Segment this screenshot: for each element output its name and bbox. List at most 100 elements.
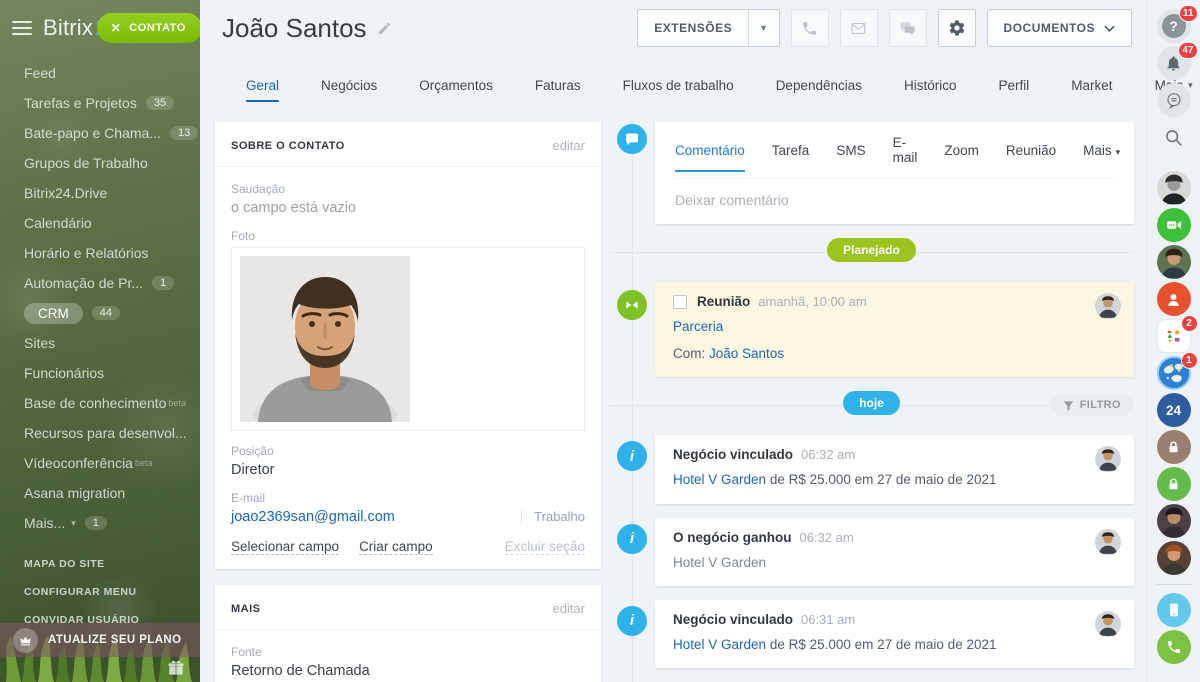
meeting-contact-link[interactable]: João Santos: [709, 346, 784, 361]
email-type-tag: Trabalho: [521, 509, 585, 524]
sidebar-item-asana-migration[interactable]: Asana migration: [0, 478, 200, 508]
sidebar: Bitrix24 ✕ CONTATO FeedTarefas e Projeto…: [0, 0, 200, 682]
email-button[interactable]: [840, 9, 878, 47]
more-edit-link[interactable]: editar: [552, 601, 585, 616]
tab-or-amentos[interactable]: Orçamentos: [419, 78, 493, 93]
sidebar-menu: FeedTarefas e Projetos35Bate-papo e Cham…: [0, 58, 200, 538]
contact-photo[interactable]: [231, 247, 585, 431]
composer-tab-e-mail[interactable]: E-mail: [893, 135, 918, 179]
messenger-button[interactable]: [1157, 83, 1191, 117]
meeting-subject-link[interactable]: Parceria: [673, 319, 723, 334]
main-tabs: Geral Negócios Orçamentos Faturas Fluxos de …: [246, 78, 1113, 93]
sitemap-button[interactable]: 1: [1157, 356, 1191, 390]
crown-icon: [13, 628, 38, 653]
composer-tab-reuni-o[interactable]: Reunião: [1006, 143, 1056, 172]
filter-button[interactable]: FILTRO: [1050, 394, 1134, 416]
tab-perfil[interactable]: Perfil: [999, 78, 1030, 93]
sidebar-link-configurar-menu[interactable]: CONFIGURAR MENU: [0, 586, 200, 598]
logo-brand: Bitrix: [43, 15, 93, 40]
meeting-checkbox[interactable]: [673, 295, 687, 309]
bitrix24-button[interactable]: 24: [1157, 393, 1191, 427]
extensions-button[interactable]: EXTENSÕES ▼: [637, 9, 779, 47]
video-call-button[interactable]: [1157, 208, 1191, 242]
chat-button[interactable]: [889, 9, 927, 47]
avatar-employee-1-button[interactable]: [1157, 171, 1191, 205]
sidebar-item-automa-o-de-pr[interactable]: Automação de Pr...1: [0, 268, 200, 298]
notifications-button[interactable]: 47: [1157, 46, 1191, 80]
sidebar-link-mapa-do-site[interactable]: MAPA DO SITE: [0, 558, 200, 570]
avatar-employee-2-button[interactable]: [1157, 245, 1191, 279]
comment-input[interactable]: [675, 179, 1114, 224]
entry-card[interactable]: O negócio ganhou06:32 amHotel V Garden: [655, 518, 1134, 586]
upgrade-plan-banner[interactable]: ATUALIZE SEU PLANO: [0, 623, 200, 657]
sidebar-item-bitrix24-drive[interactable]: Bitrix24.Drive: [0, 178, 200, 208]
tab-neg-cios[interactable]: Negócios: [321, 78, 377, 93]
avatar-employee-3-button[interactable]: [1157, 504, 1191, 538]
sidebar-item-calend-rio[interactable]: Calendário: [0, 208, 200, 238]
menu-toggle-icon[interactable]: [12, 17, 32, 39]
sidebar-item-funcion-rios[interactable]: Funcionários: [0, 358, 200, 388]
beta-tag: beta: [135, 458, 153, 468]
entry-card[interactable]: Negócio vinculado06:31 amHotel V Garden …: [655, 600, 1134, 668]
planned-badge: Planejado: [827, 238, 916, 262]
meeting-card[interactable]: Reunião amanhã, 10:00 am Parceria Com: J…: [655, 282, 1134, 377]
sidebar-item-feed[interactable]: Feed: [0, 58, 200, 88]
composer-tab-zoom[interactable]: Zoom: [944, 143, 979, 172]
lock-secure-button[interactable]: [1157, 467, 1191, 501]
composer-tab-tarefa[interactable]: Tarefa: [772, 143, 810, 172]
create-field-link[interactable]: Criar campo: [359, 539, 433, 555]
sidebar-item-grupos-de-trabalho[interactable]: Grupos de Trabalho: [0, 148, 200, 178]
sidebar-item-tarefas-e-projetos[interactable]: Tarefas e Projetos35: [0, 88, 200, 118]
sidebar-item-bate-papo-e-chama[interactable]: Bate-papo e Chama...13: [0, 118, 200, 148]
sidebar-item-sites[interactable]: Sites: [0, 328, 200, 358]
sidebar-item-v-deoconfer-ncia[interactable]: Vídeoconferênciabeta: [0, 448, 200, 478]
tab-hist-rico[interactable]: Histórico: [904, 78, 957, 93]
close-icon: ✕: [111, 21, 122, 35]
tab-fluxos-de-trabalho[interactable]: Fluxos de trabalho: [623, 78, 734, 93]
extensions-caret-icon[interactable]: ▼: [748, 10, 778, 46]
entry-link[interactable]: Hotel V Garden: [673, 637, 766, 652]
tab-depend-ncias[interactable]: Dependências: [776, 78, 862, 93]
mobile-app-button[interactable]: [1157, 593, 1191, 627]
entry-link[interactable]: Hotel V Garden: [673, 472, 766, 487]
tab-geral[interactable]: Geral: [246, 78, 279, 93]
search-button[interactable]: [1157, 120, 1191, 154]
sidebar-item-base-de-conhecimento[interactable]: Base de conhecimentobeta: [0, 388, 200, 418]
tab-faturas[interactable]: Faturas: [535, 78, 581, 93]
composer-tabs: ComentárioTarefaSMSE-mailZoomReuniãoMais…: [675, 122, 1114, 179]
entry-avatar: [1095, 611, 1121, 637]
settings-button[interactable]: [938, 9, 976, 47]
help-button[interactable]: ?11: [1157, 9, 1191, 43]
composer-tab-sms[interactable]: SMS: [836, 143, 865, 172]
about-contact-card: SOBRE O CONTATO editar Saudação o campo …: [215, 122, 601, 569]
composer-tab-coment-rio[interactable]: Comentário: [675, 143, 745, 172]
call-button[interactable]: [791, 9, 829, 47]
sidebar-item-recursos-para-desenvol[interactable]: Recursos para desenvol...: [0, 418, 200, 448]
avatar-employee-4-button[interactable]: [1157, 541, 1191, 575]
today-divider: hoje FILTRO: [609, 391, 1134, 421]
sidebar-item-crm[interactable]: CRM44: [0, 298, 200, 328]
create-contact-button[interactable]: ✕ CONTATO: [97, 13, 200, 43]
sidebar-item-hor-rio-e-relat-rios[interactable]: Horário e Relatórios: [0, 238, 200, 268]
counter-badge: 1: [152, 276, 174, 290]
contact-center-button[interactable]: [1157, 282, 1191, 316]
gift-icon[interactable]: [166, 658, 186, 678]
tab-market[interactable]: Market: [1071, 78, 1112, 93]
lock-private-button[interactable]: [1157, 430, 1191, 464]
delete-section-link[interactable]: Excluir seção: [505, 539, 585, 555]
documents-button[interactable]: DOCUMENTOS: [987, 9, 1132, 47]
beta-tag: beta: [168, 398, 186, 408]
contact-email-link[interactable]: joao2369san@gmail.com: [231, 509, 395, 525]
meeting-with-prefix: Com:: [673, 346, 709, 361]
about-edit-link[interactable]: editar: [552, 138, 585, 153]
composer-tab-more[interactable]: Mais▾: [1083, 143, 1120, 170]
telephony-button[interactable]: [1157, 630, 1191, 664]
counter-badge: 1: [85, 516, 107, 530]
counter-badge: 35: [146, 96, 174, 110]
market-button[interactable]: 2: [1157, 319, 1191, 353]
entry-body: Hotel V Garden de R$ 25.000 em 27 de mai…: [673, 471, 1082, 489]
entry-card[interactable]: Negócio vinculado06:32 amHotel V Garden …: [655, 435, 1134, 503]
select-field-link[interactable]: Selecionar campo: [231, 539, 339, 555]
edit-title-icon[interactable]: [377, 21, 392, 36]
sidebar-item-mais[interactable]: Mais...▾1: [0, 508, 200, 538]
